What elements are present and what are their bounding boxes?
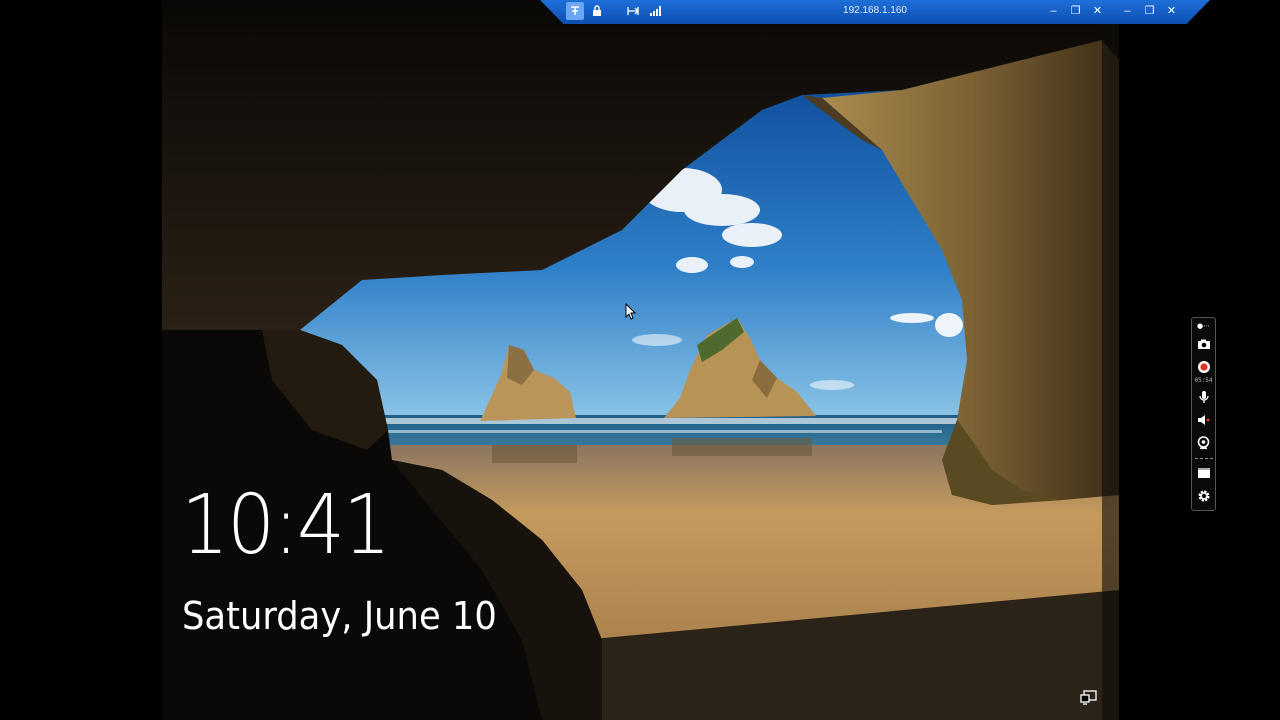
remote-connection-bar[interactable]: 192.168.1.160 – ❐ ✕ – ❐ ✕ — [540, 0, 1210, 24]
network-status-icon[interactable] — [1080, 690, 1098, 706]
webcam-icon[interactable] — [1194, 433, 1214, 452]
minimize-remote-icon[interactable]: – — [1046, 3, 1061, 18]
close-remote-icon[interactable]: ✕ — [1090, 3, 1105, 18]
lock-screen-clock: 10:41 — [181, 478, 391, 573]
recording-side-toolbar[interactable]: ●⋯ 05:54 — [1191, 317, 1216, 511]
restore-window-icon[interactable]: ❐ — [1142, 3, 1157, 18]
minimize-window-icon[interactable]: – — [1120, 3, 1135, 18]
recording-time: 05:54 — [1194, 377, 1213, 384]
speaker-icon[interactable] — [1194, 410, 1214, 429]
toolbar-handle-icon[interactable]: ●⋯ — [1194, 321, 1214, 331]
screenshot-camera-icon[interactable] — [1194, 335, 1214, 354]
microphone-icon[interactable] — [1194, 387, 1214, 406]
mouse-cursor-icon — [625, 302, 637, 321]
window-icon[interactable] — [1194, 464, 1214, 483]
toolbar-divider — [1194, 457, 1213, 459]
restore-remote-icon[interactable]: ❐ — [1068, 3, 1083, 18]
settings-gear-icon[interactable] — [1194, 487, 1214, 506]
close-window-icon[interactable]: ✕ — [1164, 3, 1179, 18]
connection-title: 192.168.1.160 — [843, 5, 907, 16]
record-icon[interactable] — [1194, 358, 1214, 377]
lock-screen-date: Saturday, June 10 — [182, 594, 497, 638]
